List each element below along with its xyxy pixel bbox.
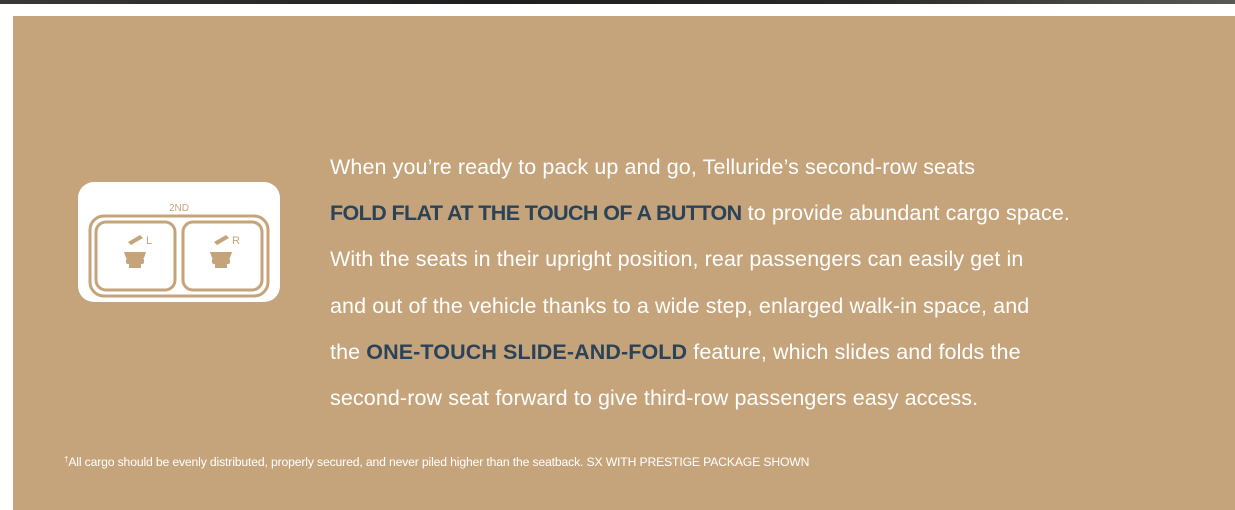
footnote-text: All cargo should be evenly distributed, …: [68, 455, 810, 469]
highlight-fold-flat: FOLD FLAT AT THE TOUCH OF A BUTTON: [330, 201, 742, 226]
body-line-5-rest: feature, which slides and folds the: [687, 339, 1021, 364]
body-paragraph: When you’re ready to pack up and go, Tel…: [330, 144, 1230, 421]
body-line-2-rest: to provide abundant cargo space.: [741, 201, 1070, 226]
right-seat-marker: R: [232, 235, 240, 247]
body-line-2: FOLD FLAT AT THE TOUCH OF A BUTTON to pr…: [330, 190, 1230, 236]
highlight-one-touch: ONE-TOUCH SLIDE-AND-FOLD: [366, 339, 688, 364]
icon-label-2nd: 2ND: [169, 203, 189, 214]
footnote: †All cargo should be evenly distributed,…: [64, 455, 1184, 469]
body-line-6: second-row seat forward to give third-ro…: [330, 386, 979, 411]
seat-fold-button-icon: 2ND L R: [78, 182, 280, 302]
body-line-4: and out of the vehicle thanks to a wide …: [330, 293, 1030, 318]
body-line-3: With the seats in their upright position…: [330, 247, 1024, 272]
body-line-5: the ONE-TOUCH SLIDE-AND-FOLD feature, wh…: [330, 329, 1230, 375]
body-line-5-start: the: [330, 339, 367, 364]
left-seat-marker: L: [146, 235, 152, 247]
body-line-1: When you’re ready to pack up and go, Tel…: [330, 155, 976, 179]
top-photo-edge: [0, 0, 1235, 4]
